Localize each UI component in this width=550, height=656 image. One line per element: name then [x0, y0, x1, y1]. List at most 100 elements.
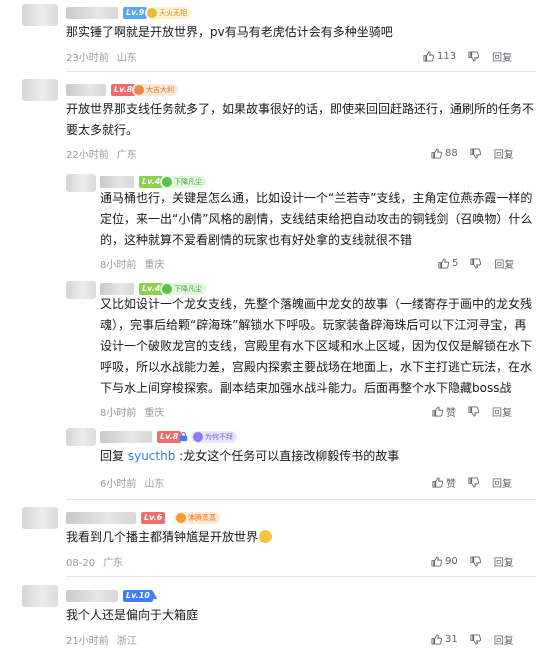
reply-meta: 8小时前 重庆 — [100, 404, 172, 419]
comment-time: 21小时前 — [66, 636, 109, 647]
like-button[interactable]: 90 — [431, 556, 458, 567]
reply-actions: 5 回复 — [438, 256, 514, 271]
username[interactable] — [100, 431, 152, 443]
username[interactable] — [66, 7, 118, 19]
avatar[interactable] — [22, 4, 58, 26]
thumb-down-icon — [468, 406, 479, 417]
like-count: 113 — [437, 51, 457, 62]
smile-emoji-icon — [259, 530, 273, 543]
thumb-down-icon — [470, 148, 481, 159]
fan-medal-badge: 大吉大利 — [132, 84, 178, 96]
comment-actions: 113 回复 — [423, 49, 512, 64]
username[interactable] — [100, 176, 134, 188]
comment-meta: 23小时前 山东 — [66, 49, 145, 64]
avatar[interactable] — [22, 507, 58, 529]
thumb-down-icon — [470, 634, 481, 645]
username[interactable] — [66, 590, 118, 602]
username[interactable] — [66, 84, 106, 96]
like-count: 31 — [445, 634, 458, 645]
comment-text: 我个人还是偏向于大箱庭 — [66, 608, 199, 622]
divider — [66, 499, 536, 500]
comment-time: 23小时前 — [66, 53, 109, 64]
fan-medal-badge: 天火无相 — [145, 7, 191, 19]
level-badge: Lv.6 — [141, 512, 166, 524]
comment-actions: 88 回复 — [431, 146, 514, 161]
comment-actions: 90 回复 — [431, 554, 514, 569]
reply-button[interactable]: 回复 — [492, 49, 512, 64]
dislike-button[interactable] — [468, 477, 482, 488]
dislike-button[interactable] — [470, 148, 484, 159]
thumb-up-icon — [423, 51, 434, 62]
reply-button[interactable]: 回复 — [494, 256, 514, 271]
level-badge: Lv.9 — [123, 7, 148, 19]
thumb-down-icon — [468, 51, 480, 62]
thumb-down-icon — [470, 556, 481, 567]
like-count: 90 — [445, 556, 458, 567]
vip-icon — [148, 590, 159, 601]
dislike-button[interactable] — [470, 556, 484, 567]
dislike-button[interactable] — [470, 634, 484, 645]
fan-medal-badge: 沸腾蒸蒸 — [174, 512, 220, 524]
reply-time: 8小时前 — [100, 408, 137, 419]
comment-actions: 31 回复 — [431, 632, 514, 647]
thumb-down-icon — [470, 258, 482, 269]
thumb-up-icon — [431, 634, 442, 645]
comment-meta: 21小时前 浙江 — [66, 632, 145, 647]
reply-button[interactable]: 回复 — [494, 554, 514, 569]
comment-text: 开放世界那支线任务就多了，如果故事很好的话，即使来回回赶路还行，通刷所的任务不要… — [66, 102, 535, 137]
comment-time: 22小时前 — [66, 150, 109, 161]
reply-button[interactable]: 回复 — [494, 146, 514, 161]
reply-actions: 赞 回复 — [432, 475, 512, 490]
avatar[interactable] — [66, 174, 96, 192]
comment-meta: 22小时前 广东 — [66, 146, 145, 161]
medal-icon — [193, 432, 203, 442]
reply-location: 山东 — [144, 479, 165, 490]
reply-meta: 8小时前 重庆 — [100, 256, 172, 271]
mention-link[interactable]: syucthb — [128, 449, 175, 463]
medal-icon — [162, 177, 172, 187]
divider — [66, 576, 536, 577]
reply-text: 回复 syucthb :龙女这个任务可以直接改柳毅传书的故事 — [100, 449, 400, 463]
username[interactable] — [66, 512, 136, 524]
comment-location: 浙江 — [116, 636, 137, 647]
fan-medal-badge: 下降凡尘 — [160, 176, 206, 188]
reply-time: 8小时前 — [100, 260, 137, 271]
reply-location: 重庆 — [144, 260, 165, 271]
like-button[interactable]: 113 — [423, 51, 456, 62]
medal-icon — [176, 513, 186, 523]
like-button[interactable]: 赞 — [432, 475, 456, 490]
comment-time: 08-20 — [66, 558, 96, 569]
dislike-button[interactable] — [470, 258, 484, 269]
thumb-up-icon — [432, 406, 443, 417]
thumb-down-icon — [468, 477, 479, 488]
reply-button[interactable]: 回复 — [492, 404, 512, 419]
lock-icon — [178, 431, 189, 442]
dislike-button[interactable] — [468, 51, 482, 62]
like-count: 5 — [452, 258, 459, 269]
like-button[interactable]: 31 — [431, 634, 458, 645]
comment-text: 那实锤了啊就是开放世界，pv有马有老虎估计会有多种坐骑吧 — [66, 25, 393, 39]
divider — [66, 71, 536, 72]
medal-icon — [147, 8, 157, 18]
thumb-up-icon — [431, 556, 442, 567]
reply-location: 重庆 — [144, 408, 165, 419]
like-count: 88 — [445, 148, 458, 159]
comment-location: 山东 — [116, 53, 137, 64]
reply-button[interactable]: 回复 — [492, 475, 512, 490]
reply-time: 6小时前 — [100, 479, 137, 490]
like-button[interactable]: 88 — [431, 148, 458, 159]
avatar[interactable] — [66, 281, 96, 299]
dislike-button[interactable] — [468, 406, 482, 417]
thumb-up-icon — [432, 477, 443, 488]
like-button[interactable]: 赞 — [432, 404, 456, 419]
reply-text: 又比如设计一个龙女支线，先整个落魄画中龙女的故事（一缕寄存于画中的龙女残魂），完… — [100, 297, 533, 395]
reply-meta: 6小时前 山东 — [100, 475, 172, 490]
thumb-up-icon — [431, 148, 442, 159]
reply-actions: 赞 回复 — [432, 404, 512, 419]
avatar[interactable] — [22, 585, 58, 607]
like-button[interactable]: 5 — [438, 258, 458, 269]
reply-button[interactable]: 回复 — [494, 632, 514, 647]
avatar[interactable] — [22, 79, 58, 101]
comment-text: 我看到几个播主都猜钟馗是开放世界 — [66, 527, 536, 548]
avatar[interactable] — [66, 428, 96, 446]
